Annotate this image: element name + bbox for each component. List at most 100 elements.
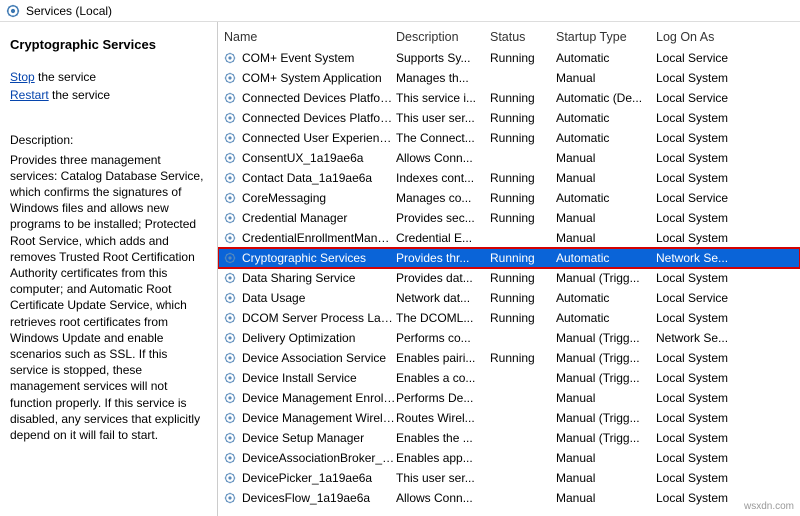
service-logon: Local System	[656, 71, 796, 85]
description-text: Provides three management services: Cata…	[10, 152, 207, 443]
services-list[interactable]: COM+ Event SystemSupports Sy...RunningAu…	[218, 48, 800, 516]
service-name: Device Management Wireles...	[242, 411, 396, 425]
service-logon: Local System	[656, 451, 796, 465]
gear-icon	[222, 70, 238, 86]
service-logon: Local System	[656, 211, 796, 225]
service-row[interactable]: DevicesFlow_1a19ae6aAllows Conn...Manual…	[218, 488, 800, 508]
service-description: Provides dat...	[396, 271, 490, 285]
service-logon: Local System	[656, 351, 796, 365]
service-logon: Local System	[656, 231, 796, 245]
service-description: Enables a co...	[396, 371, 490, 385]
service-status: Running	[490, 191, 556, 205]
col-header-description[interactable]: Description	[396, 30, 490, 44]
header-bar: Services (Local)	[0, 0, 800, 22]
service-status: Running	[490, 271, 556, 285]
service-row[interactable]: Credential ManagerProvides sec...Running…	[218, 208, 800, 228]
service-logon: Local System	[656, 411, 796, 425]
service-row[interactable]: Connected User Experiences ...The Connec…	[218, 128, 800, 148]
stop-link[interactable]: Stop	[10, 70, 35, 84]
gear-icon	[222, 210, 238, 226]
service-row[interactable]: ConsentUX_1a19ae6aAllows Conn...ManualLo…	[218, 148, 800, 168]
service-startup: Manual (Trigg...	[556, 271, 656, 285]
service-name: Data Sharing Service	[242, 271, 396, 285]
gear-icon	[222, 250, 238, 266]
service-row[interactable]: Device Association ServiceEnables pairi.…	[218, 348, 800, 368]
service-startup: Manual	[556, 391, 656, 405]
service-row[interactable]: Contact Data_1a19ae6aIndexes cont...Runn…	[218, 168, 800, 188]
list-pane: Name Description Status Startup Type Log…	[218, 22, 800, 516]
service-startup: Automatic	[556, 51, 656, 65]
service-row[interactable]: COM+ System ApplicationManages th... Manu…	[218, 68, 800, 88]
service-logon: Local Service	[656, 291, 796, 305]
service-description: Enables app...	[396, 451, 490, 465]
service-status: Running	[490, 51, 556, 65]
gear-icon	[222, 90, 238, 106]
service-startup: Manual	[556, 71, 656, 85]
col-header-name[interactable]: Name	[224, 30, 396, 44]
header-title: Services (Local)	[26, 4, 112, 18]
gear-icon	[222, 290, 238, 306]
service-description: Credential E...	[396, 231, 490, 245]
col-header-logon[interactable]: Log On As	[656, 30, 796, 44]
service-row[interactable]: Device Install ServiceEnables a co...Man…	[218, 368, 800, 388]
service-row[interactable]: Cryptographic ServicesProvides thr...Run…	[218, 248, 800, 268]
service-name: DCOM Server Process Launc...	[242, 311, 396, 325]
service-startup: Automatic	[556, 311, 656, 325]
service-name: COM+ System Application	[242, 71, 396, 85]
restart-link[interactable]: Restart	[10, 88, 49, 102]
service-status: Running	[490, 171, 556, 185]
gear-icon	[222, 430, 238, 446]
service-row[interactable]: DCOM Server Process Launc...The DCOML...…	[218, 308, 800, 328]
service-logon: Local System	[656, 371, 796, 385]
service-description: Network dat...	[396, 291, 490, 305]
service-row[interactable]: Device Management Enroll...Performs De..…	[218, 388, 800, 408]
service-description: Routes Wirel...	[396, 411, 490, 425]
service-name: Contact Data_1a19ae6a	[242, 171, 396, 185]
service-startup: Automatic	[556, 131, 656, 145]
gear-icon	[222, 270, 238, 286]
service-row[interactable]: Connected Devices Platform ...This user …	[218, 108, 800, 128]
gear-icon	[222, 350, 238, 366]
gear-icon	[222, 370, 238, 386]
column-headers[interactable]: Name Description Status Startup Type Log…	[218, 22, 800, 48]
service-logon: Local System	[656, 111, 796, 125]
service-row[interactable]: Delivery OptimizationPerforms co...Manua…	[218, 328, 800, 348]
service-row[interactable]: Device Setup ManagerEnables the ...Manua…	[218, 428, 800, 448]
service-row[interactable]: DevicePicker_1a19ae6aThis user ser...Man…	[218, 468, 800, 488]
service-logon: Local Service	[656, 51, 796, 65]
service-name: CredentialEnrollmentManag...	[242, 231, 396, 245]
service-row[interactable]: Data UsageNetwork dat...RunningAutomatic…	[218, 288, 800, 308]
service-row[interactable]: Device Management Wireles...Routes Wirel…	[218, 408, 800, 428]
service-row[interactable]: CredentialEnrollmentManag...Credential E…	[218, 228, 800, 248]
service-logon: Local System	[656, 431, 796, 445]
gear-icon	[222, 130, 238, 146]
col-header-startup[interactable]: Startup Type	[556, 30, 656, 44]
service-row[interactable]: CoreMessagingManages co...RunningAutomat…	[218, 188, 800, 208]
service-status: Running	[490, 91, 556, 105]
service-status: Running	[490, 291, 556, 305]
service-name: DevicePicker_1a19ae6a	[242, 471, 396, 485]
service-row[interactable]: Connected Devices Platform ...This servi…	[218, 88, 800, 108]
service-description: Provides sec...	[396, 211, 490, 225]
service-description: Manages th...	[396, 71, 490, 85]
service-name: Connected User Experiences ...	[242, 131, 396, 145]
service-description: Allows Conn...	[396, 491, 490, 505]
service-description: Provides thr...	[396, 251, 490, 265]
service-startup: Manual (Trigg...	[556, 371, 656, 385]
gear-icon	[222, 310, 238, 326]
service-row[interactable]: DeviceAssociationBroker_1a...Enables app…	[218, 448, 800, 468]
service-startup: Automatic	[556, 291, 656, 305]
gear-icon	[222, 110, 238, 126]
service-description: This service i...	[396, 91, 490, 105]
service-row[interactable]: Data Sharing ServiceProvides dat...Runni…	[218, 268, 800, 288]
service-name: Data Usage	[242, 291, 396, 305]
service-startup: Automatic	[556, 111, 656, 125]
service-startup: Manual	[556, 171, 656, 185]
service-status: Running	[490, 211, 556, 225]
service-description: Performs De...	[396, 391, 490, 405]
service-name: Delivery Optimization	[242, 331, 396, 345]
service-row[interactable]: COM+ Event SystemSupports Sy...RunningAu…	[218, 48, 800, 68]
col-header-status[interactable]: Status	[490, 30, 556, 44]
service-description: The Connect...	[396, 131, 490, 145]
service-name: Connected Devices Platform ...	[242, 111, 396, 125]
